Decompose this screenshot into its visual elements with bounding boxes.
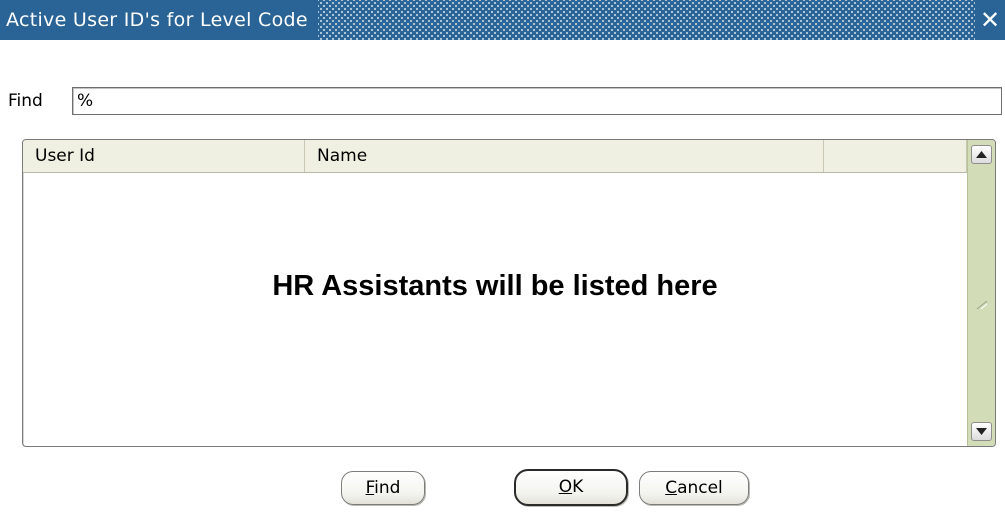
ok-button-label: K bbox=[572, 477, 584, 497]
close-icon[interactable]: ✕ bbox=[975, 0, 1005, 40]
ok-button[interactable]: OK bbox=[514, 469, 628, 506]
cancel-button-mnemonic: C bbox=[665, 478, 678, 498]
find-button-label: ind bbox=[374, 478, 401, 498]
lov-dialog: Active User ID's for Level Code ✕ Find U… bbox=[0, 0, 1005, 522]
find-input[interactable] bbox=[72, 87, 1002, 115]
find-button[interactable]: Find bbox=[341, 471, 425, 505]
results-list[interactable]: User Id Name HR Assistants will be liste… bbox=[22, 139, 996, 447]
list-placeholder-text: HR Assistants will be listed here bbox=[272, 270, 718, 302]
grip-icon bbox=[976, 300, 988, 310]
vertical-scrollbar[interactable] bbox=[967, 140, 995, 446]
window-title: Active User ID's for Level Code bbox=[0, 0, 318, 40]
arrow-up-icon bbox=[976, 151, 987, 158]
ok-button-mnemonic: O bbox=[558, 477, 573, 497]
column-header-name[interactable]: Name bbox=[305, 140, 824, 172]
scroll-down-button[interactable] bbox=[971, 422, 992, 441]
scroll-up-button[interactable] bbox=[971, 145, 992, 164]
column-header-user-id[interactable]: User Id bbox=[23, 140, 305, 172]
find-label: Find bbox=[8, 91, 43, 111]
cancel-button[interactable]: Cancel bbox=[639, 471, 749, 505]
title-bar[interactable]: Active User ID's for Level Code ✕ bbox=[0, 0, 1005, 40]
cancel-button-label: ancel bbox=[677, 478, 723, 498]
find-button-mnemonic: F bbox=[365, 478, 375, 498]
column-header-blank bbox=[824, 140, 967, 172]
scroll-thumb[interactable] bbox=[971, 295, 992, 313]
arrow-down-icon bbox=[976, 428, 987, 435]
list-header: User Id Name bbox=[23, 140, 967, 173]
